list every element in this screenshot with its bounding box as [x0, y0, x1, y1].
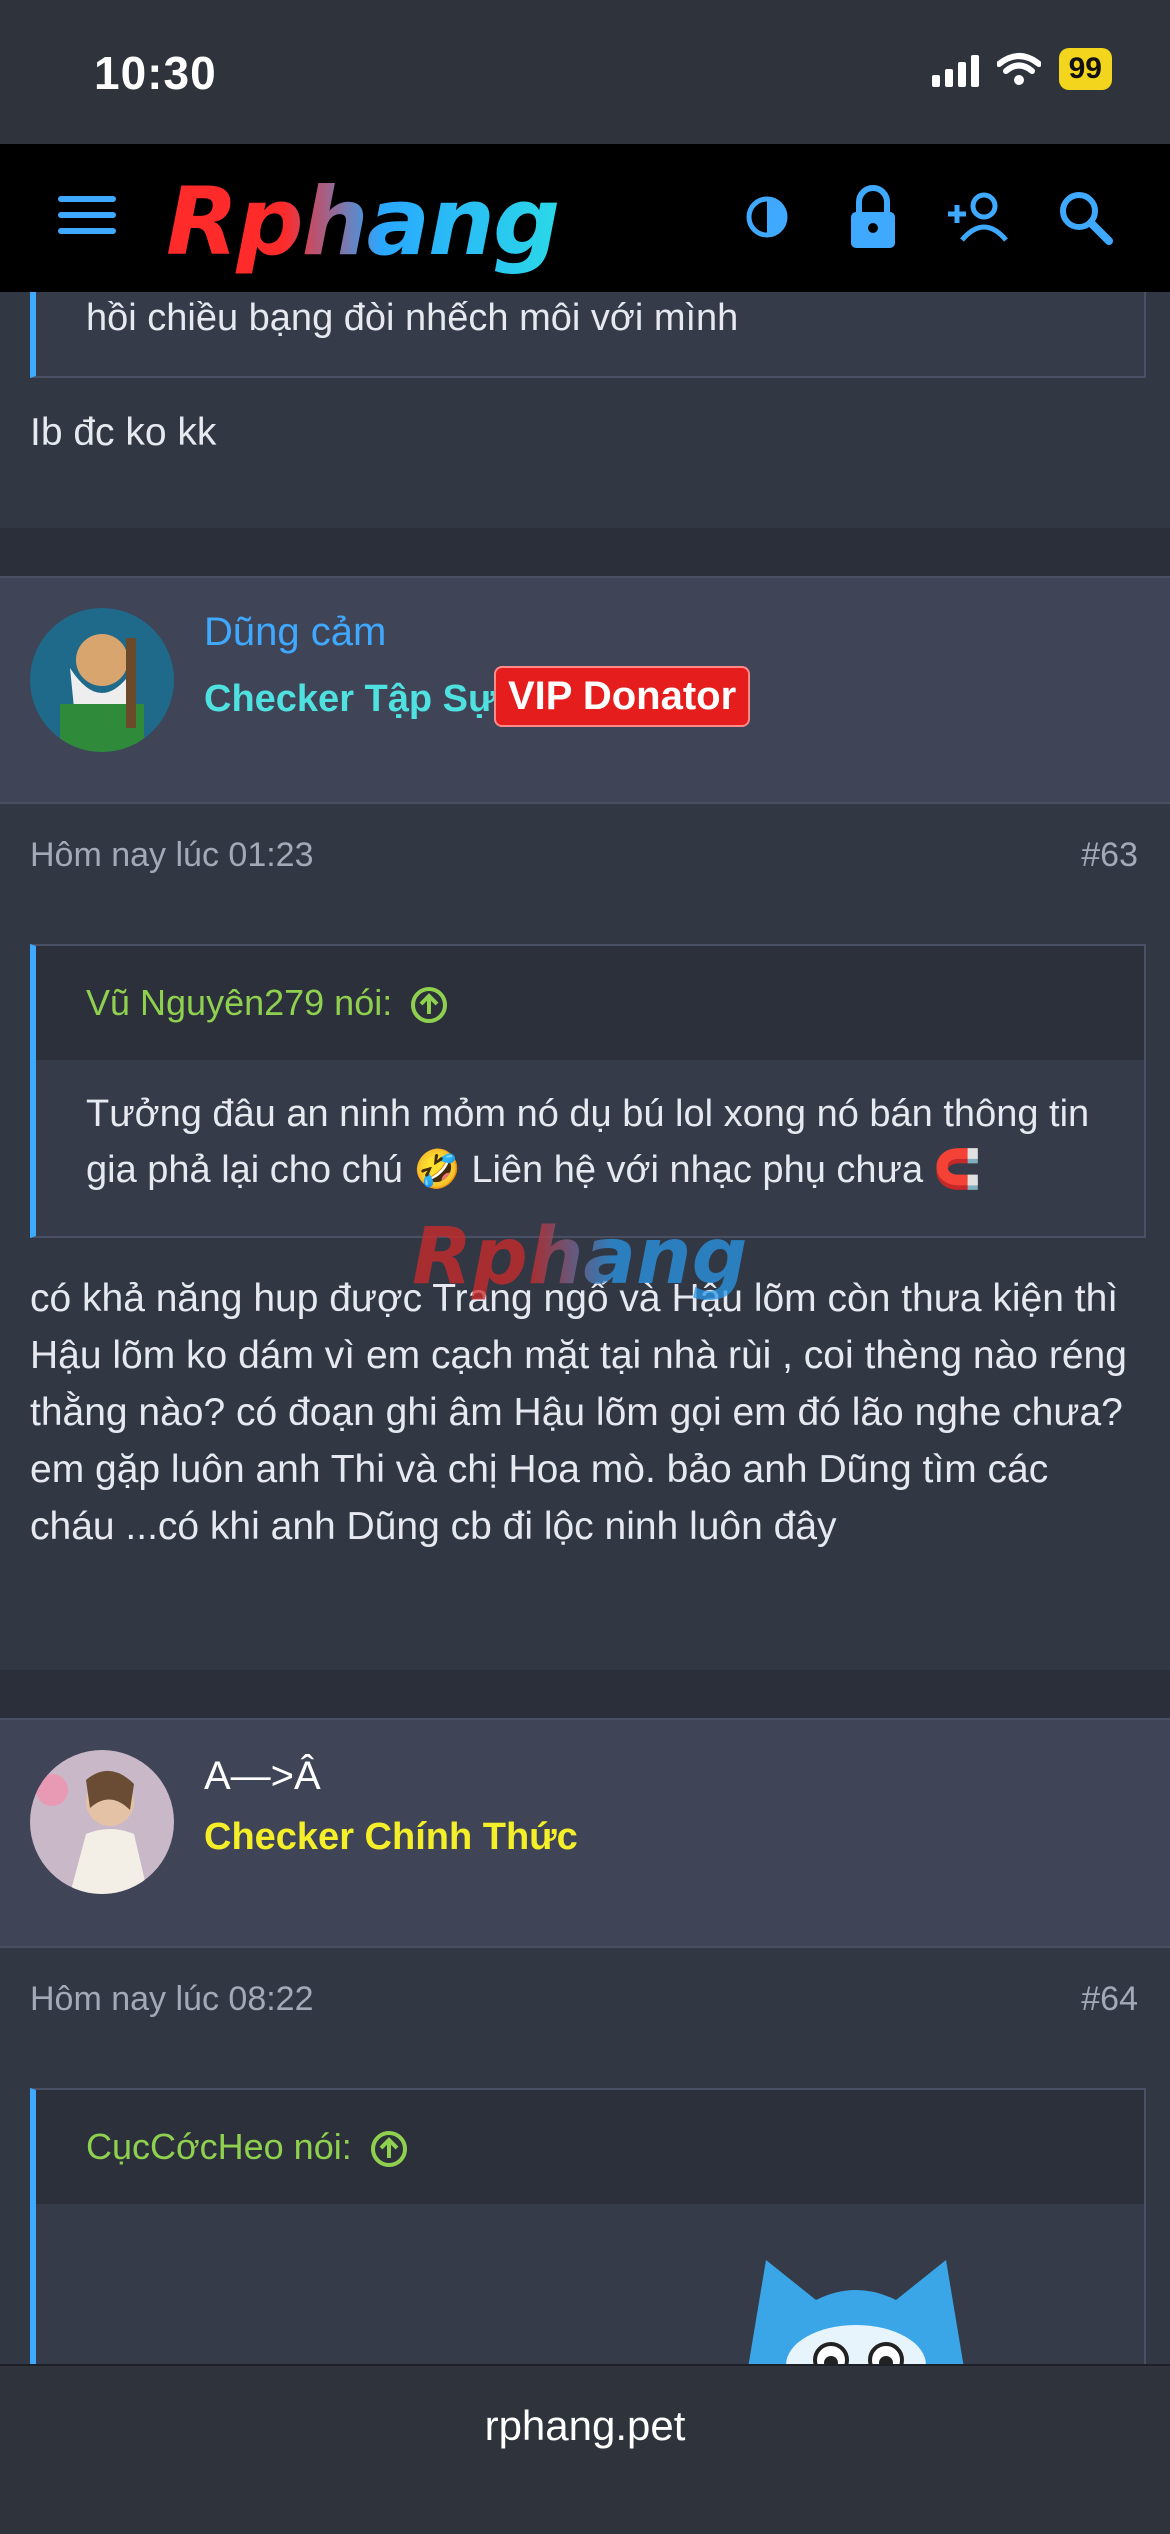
- cellular-signal-icon: [931, 51, 979, 87]
- lock-icon[interactable]: [838, 182, 908, 252]
- wifi-icon: [996, 53, 1041, 85]
- post-date[interactable]: Hôm nay lúc 08:22: [30, 1980, 314, 2019]
- post-header: A—>Â Checker Chính Thức: [0, 1718, 1170, 1948]
- post-text: có khả năng hup được Trang ngố và Hậu lõ…: [30, 1277, 1127, 1548]
- quote-text: Tưởng đâu an ninh mỏm nó dụ bú lol xong …: [86, 1093, 1090, 1191]
- quote-block: hồi chiều bạng đòi nhếch môi với mình: [30, 292, 1146, 378]
- avatar[interactable]: [30, 608, 174, 752]
- quote-author[interactable]: Vũ Nguyên279 nói:: [86, 982, 392, 1023]
- status-icons: 99: [931, 48, 1112, 90]
- status-time: 10:30: [94, 47, 217, 99]
- vip-badge: VIP Donator: [494, 666, 751, 727]
- quote-author[interactable]: CụcCớcHeo nói:: [86, 2126, 352, 2167]
- post-previous: hồi chiều bạng đòi nhếch môi với mình Ib…: [0, 292, 1170, 528]
- post-number[interactable]: #64: [1081, 1980, 1138, 2019]
- site-logo[interactable]: Rphang: [166, 168, 560, 277]
- search-icon[interactable]: [1050, 182, 1120, 252]
- user-title: Checker Chính Thức: [204, 1816, 578, 1858]
- browser-address-bar[interactable]: rphang.pet: [0, 2364, 1170, 2534]
- post-date[interactable]: Hôm nay lúc 01:23: [30, 836, 314, 875]
- arrow-up-circle-icon[interactable]: [370, 2130, 408, 2168]
- menu-icon[interactable]: [58, 196, 116, 244]
- user-title: Checker Tập Sự: [204, 678, 496, 720]
- post-number[interactable]: #63: [1081, 836, 1138, 875]
- theme-toggle-icon[interactable]: [732, 182, 802, 252]
- username[interactable]: A—>Â: [204, 1754, 321, 1799]
- battery-indicator: 99: [1058, 48, 1112, 90]
- quote-text: hồi chiều bạng đòi nhếch môi với mình: [86, 297, 739, 339]
- status-bar: 10:30 99: [0, 0, 1170, 144]
- quote-block: Vũ Nguyên279 nói: Tưởng đâu an ninh mỏm …: [30, 944, 1146, 1238]
- avatar[interactable]: [30, 1750, 174, 1894]
- post-header: Dũng cảm Checker Tập Sự VIP Donator: [0, 576, 1170, 804]
- post-text: Ib đc ko kk: [30, 411, 217, 454]
- post-63: Dũng cảm Checker Tập Sự VIP Donator Hôm …: [0, 576, 1170, 1670]
- quote-header[interactable]: CụcCớcHeo nói:: [36, 2090, 1144, 2204]
- url-text[interactable]: rphang.pet: [0, 2402, 1170, 2450]
- post-64: A—>Â Checker Chính Thức Hôm nay lúc 08:2…: [0, 1718, 1170, 2405]
- arrow-up-circle-icon[interactable]: [410, 986, 448, 1024]
- username[interactable]: Dũng cảm: [204, 610, 386, 655]
- quote-block: CụcCớcHeo nói:: [30, 2088, 1146, 2405]
- add-user-icon[interactable]: [944, 182, 1014, 252]
- quote-header[interactable]: Vũ Nguyên279 nói:: [36, 946, 1144, 1060]
- top-navbar: Rphang: [0, 144, 1170, 292]
- site-watermark: Rphang: [412, 1212, 748, 1302]
